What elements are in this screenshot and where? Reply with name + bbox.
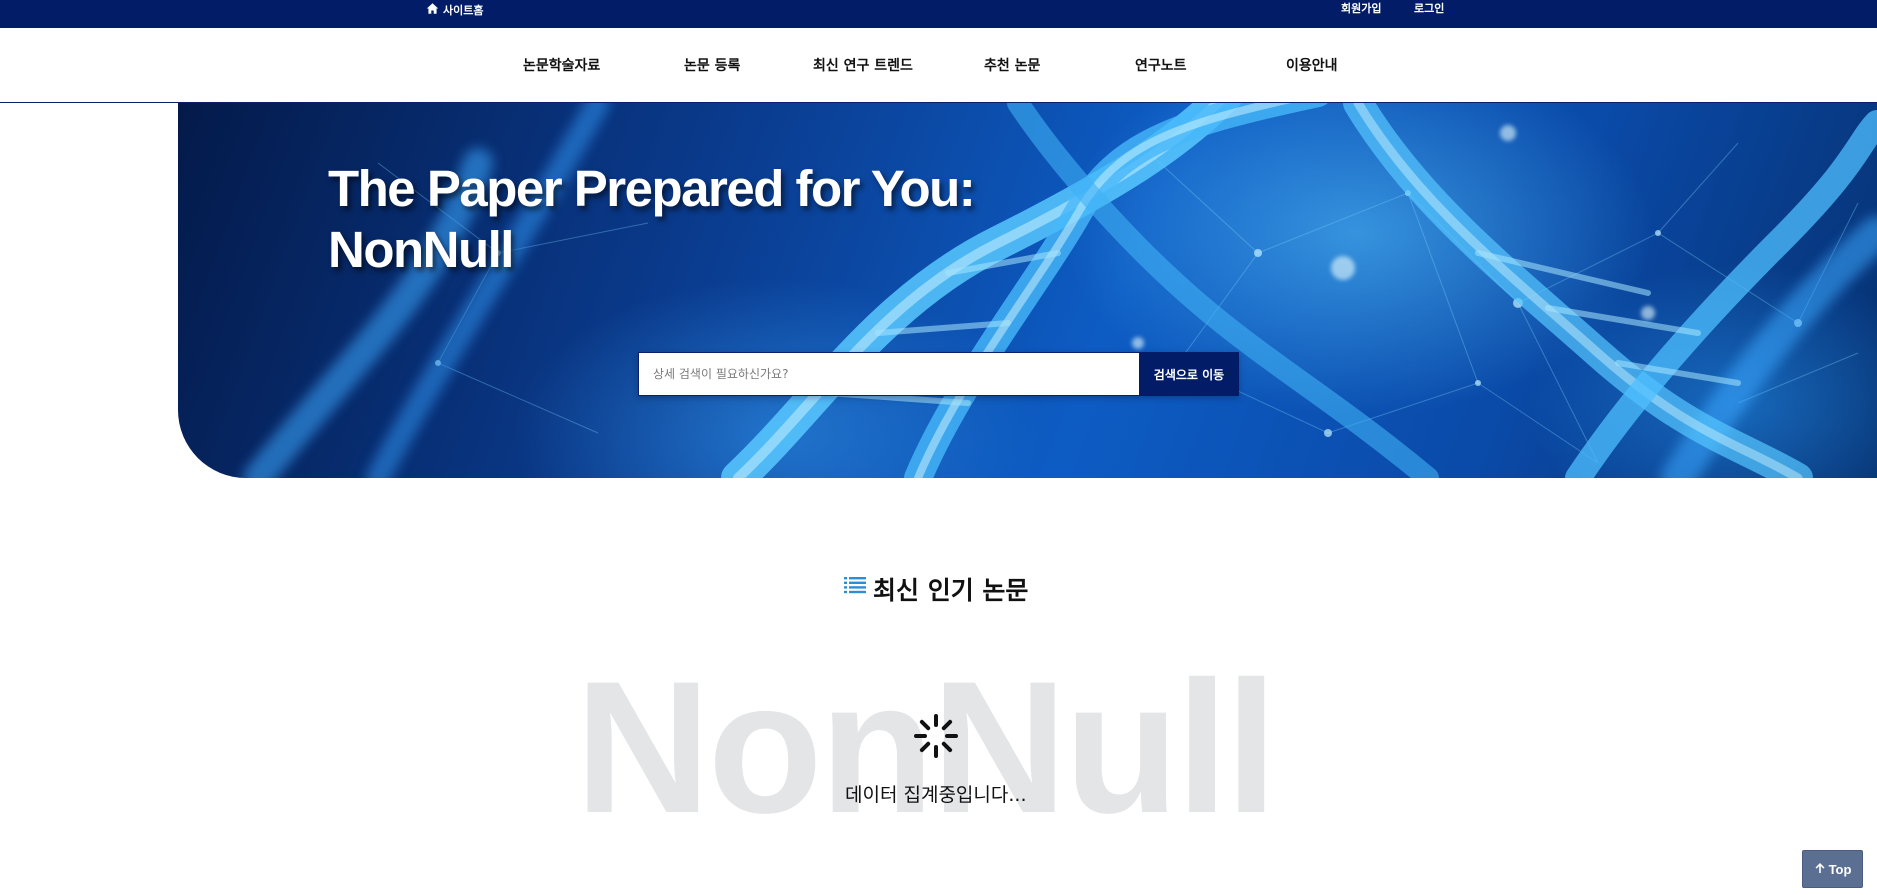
hero-search-bar: 검색으로 이동 (638, 352, 1239, 396)
popular-papers-heading: 최신 인기 논문 (843, 571, 1028, 607)
back-to-top-button[interactable]: Top (1802, 850, 1863, 888)
nav-item-guide[interactable]: 이용안내 (1286, 56, 1338, 76)
nav-item-register-paper[interactable]: 논문 등록 (684, 56, 740, 76)
loading-spinner-icon (914, 714, 958, 758)
arrow-up-icon (1814, 862, 1826, 877)
list-icon (843, 574, 867, 604)
top-utility-bar: 사이트홈 회원가입 로그인 (0, 0, 1877, 28)
login-link[interactable]: 로그인 (1414, 0, 1444, 18)
hero-search-input[interactable] (638, 352, 1139, 396)
main-nav: 논문학술자료 논문 등록 최신 연구 트렌드 추천 논문 연구노트 이용안내 (0, 28, 1877, 103)
signup-link[interactable]: 회원가입 (1341, 0, 1381, 18)
hero-title-line-1: The Paper Prepared for You: (328, 160, 976, 217)
hero-title-line-2: NonNull (328, 221, 514, 278)
hero-banner: The Paper Prepared for You: NonNull 검색으로… (178, 103, 1877, 478)
nav-item-research-notes[interactable]: 연구노트 (1135, 56, 1187, 76)
nav-item-research-trends[interactable]: 최신 연구 트렌드 (813, 56, 913, 76)
hero-title: The Paper Prepared for You: NonNull (328, 158, 1088, 280)
loading-message: 데이터 집계중입니다... (845, 784, 1027, 806)
home-icon (426, 2, 439, 18)
site-home-label: 사이트홈 (443, 4, 484, 17)
go-to-search-button[interactable]: 검색으로 이동 (1139, 352, 1239, 396)
back-to-top-label: Top (1828, 861, 1852, 877)
popular-papers-title: 최신 인기 논문 (873, 576, 1029, 605)
nav-item-papers[interactable]: 논문학술자료 (523, 56, 600, 76)
site-home-link[interactable]: 사이트홈 (426, 0, 483, 20)
nav-item-recommended[interactable]: 추천 논문 (984, 56, 1040, 76)
